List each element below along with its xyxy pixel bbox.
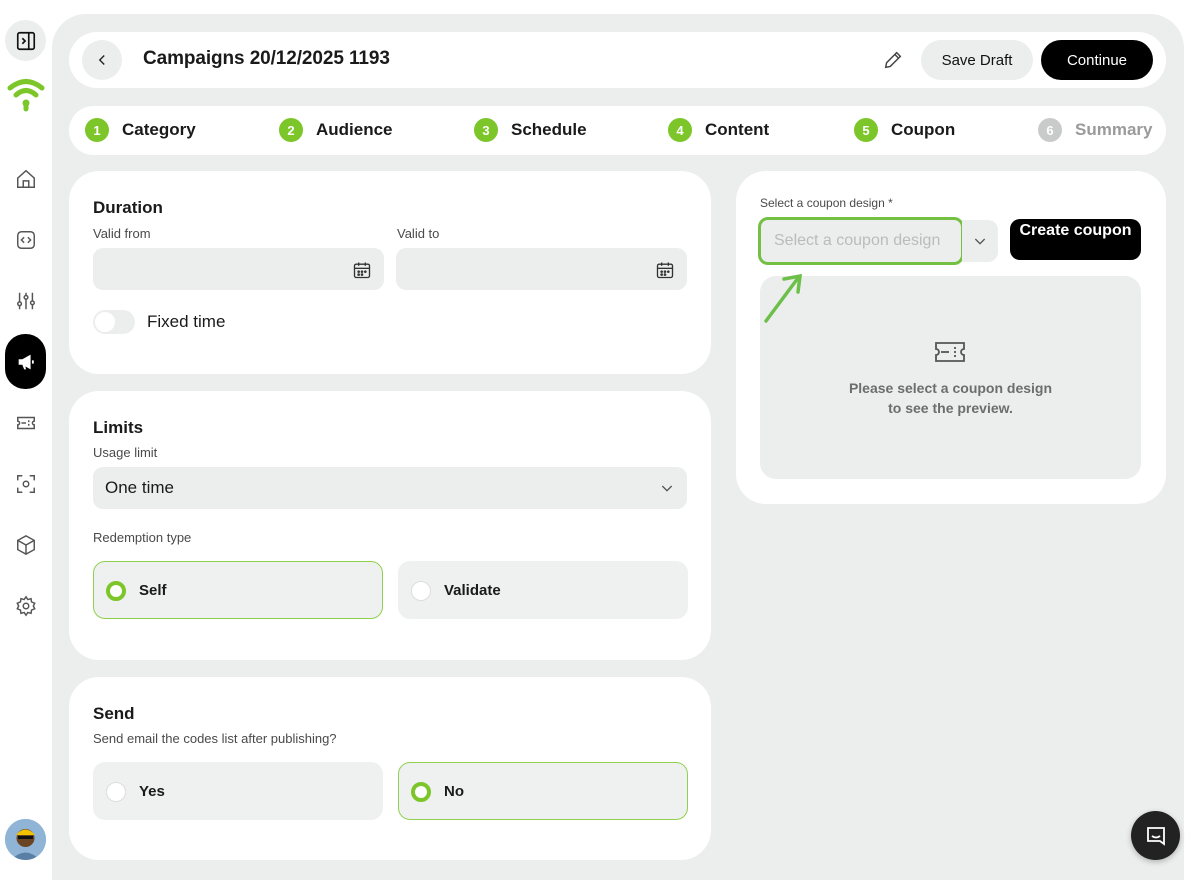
pencil-icon <box>884 51 902 69</box>
sidebar-toggle-button[interactable] <box>5 20 46 61</box>
duration-card: Duration Valid from Valid to Fixed time <box>69 171 711 374</box>
step-number: 6 <box>1038 118 1062 142</box>
step-label: Summary <box>1075 120 1153 139</box>
valid-to-label: Valid to <box>397 226 440 241</box>
gear-icon <box>15 595 36 616</box>
brand-logo-icon <box>7 78 44 111</box>
cube-icon <box>16 534 35 555</box>
radio-label: Self <box>139 582 167 599</box>
coupon-design-dropdown-button[interactable] <box>962 220 998 262</box>
coupon-preview-message: Please select a coupon design to see the… <box>760 378 1141 418</box>
radio-label: Validate <box>444 582 501 599</box>
sidebar <box>0 0 52 880</box>
sidebar-toggle-icon <box>16 31 35 50</box>
sidebar-item-settings[interactable] <box>5 585 46 626</box>
ticket-icon <box>935 342 965 362</box>
step-number: 3 <box>474 118 498 142</box>
limits-title: Limits <box>93 418 144 437</box>
code-icon <box>16 230 35 249</box>
chevron-down-icon <box>974 238 986 245</box>
chevron-down-icon <box>661 485 673 492</box>
sidebar-item-coupons[interactable] <box>5 402 46 443</box>
valid-to-input[interactable] <box>396 248 687 290</box>
coupon-preview: Please select a coupon design to see the… <box>760 276 1141 479</box>
send-no-option[interactable]: No <box>398 762 688 820</box>
step-number: 2 <box>279 118 303 142</box>
home-icon <box>16 169 35 188</box>
page-title: Campaigns 20/12/2025 1193 <box>143 48 390 69</box>
fixed-time-label: Fixed time <box>147 312 226 331</box>
step-number: 5 <box>854 118 878 142</box>
step-label: Category <box>122 120 196 139</box>
main-content: Campaigns 20/12/2025 1193 Save Draft Con… <box>52 14 1184 880</box>
stepper: 1 Category 2 Audience 3 Schedule 4 Conte… <box>69 106 1166 155</box>
valid-from-input[interactable] <box>93 248 384 290</box>
megaphone-icon <box>18 354 34 369</box>
continue-button[interactable]: Continue <box>1041 40 1153 80</box>
chevron-left-icon <box>98 55 105 65</box>
ticket-icon <box>16 416 35 429</box>
sidebar-item-scan[interactable] <box>5 463 46 504</box>
calendar-icon[interactable] <box>655 260 675 280</box>
step-audience[interactable]: 2 Audience <box>279 118 393 142</box>
coupon-design-placeholder: Select a coupon design <box>774 232 941 249</box>
radio-circle <box>411 581 431 601</box>
step-coupon[interactable]: 5 Coupon <box>854 118 955 142</box>
duration-title: Duration <box>93 198 163 217</box>
send-question: Send email the codes list after publishi… <box>93 731 337 746</box>
save-draft-button[interactable]: Save Draft <box>921 40 1033 80</box>
avatar-icon <box>5 819 46 860</box>
usage-limit-label: Usage limit <box>93 445 158 460</box>
user-avatar[interactable] <box>5 819 46 860</box>
radio-circle <box>411 782 431 802</box>
header-bar: Campaigns 20/12/2025 1193 Save Draft Con… <box>69 32 1166 88</box>
radio-circle <box>106 581 126 601</box>
scan-icon <box>16 474 35 493</box>
coupon-design-select[interactable]: Select a coupon design <box>758 217 964 265</box>
step-label: Audience <box>316 120 393 139</box>
send-yes-option[interactable]: Yes <box>93 762 383 820</box>
brand-logo[interactable] <box>5 72 46 113</box>
toggle-knob <box>95 312 115 332</box>
step-label: Schedule <box>511 120 587 139</box>
step-schedule[interactable]: 3 Schedule <box>474 118 587 142</box>
sidebar-item-campaigns[interactable] <box>5 334 46 389</box>
calendar-icon[interactable] <box>352 260 372 280</box>
redemption-type-label: Redemption type <box>93 530 192 545</box>
send-card: Send Send email the codes list after pub… <box>69 677 711 860</box>
chat-icon <box>1146 826 1165 846</box>
radio-circle <box>106 782 126 802</box>
preview-line-2: to see the preview. <box>888 400 1013 416</box>
radio-label: Yes <box>139 783 165 800</box>
back-button[interactable] <box>82 40 122 80</box>
redemption-validate-option[interactable]: Validate <box>398 561 688 619</box>
step-number: 1 <box>85 118 109 142</box>
support-chat-button[interactable] <box>1131 811 1180 860</box>
send-title: Send <box>93 704 135 723</box>
annotation-arrow-icon <box>764 273 803 323</box>
create-coupon-button[interactable]: Create coupon <box>1010 219 1141 260</box>
valid-from-label: Valid from <box>93 226 151 241</box>
sliders-icon <box>16 292 35 309</box>
coupon-select-label: Select a coupon design * <box>760 196 893 210</box>
sidebar-item-home[interactable] <box>5 158 46 199</box>
step-number: 4 <box>668 118 692 142</box>
step-label: Content <box>705 120 770 139</box>
step-category[interactable]: 1 Category <box>85 118 196 142</box>
preview-line-1: Please select a coupon design <box>848 380 1053 396</box>
step-label: Coupon <box>891 120 956 139</box>
radio-label: No <box>444 783 464 800</box>
limits-card: Limits Usage limit One time Redemption t… <box>69 391 711 660</box>
step-summary[interactable]: 6 Summary <box>1038 118 1152 142</box>
usage-limit-value: One time <box>105 478 174 497</box>
sidebar-item-code[interactable] <box>5 219 46 260</box>
fixed-time-toggle[interactable] <box>93 310 135 334</box>
sidebar-item-products[interactable] <box>5 524 46 565</box>
usage-limit-select[interactable]: One time <box>93 467 687 509</box>
redemption-self-option[interactable]: Self <box>93 561 383 619</box>
edit-title-button[interactable] <box>879 46 907 74</box>
step-content[interactable]: 4 Content <box>668 118 769 142</box>
sidebar-item-settings-sliders[interactable] <box>5 280 46 321</box>
